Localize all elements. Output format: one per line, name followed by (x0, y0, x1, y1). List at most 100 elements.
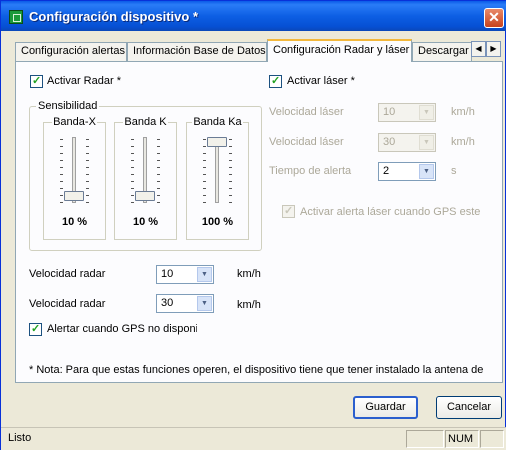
slider-tick (86, 139, 89, 140)
slider-tick (229, 195, 232, 196)
band-x-slider-thumb[interactable] (64, 191, 84, 201)
status-cell-num: NUM (445, 430, 479, 448)
slider-tick (203, 167, 206, 168)
velocidad-laser-1-unit: km/h (451, 106, 475, 118)
chevron-down-icon[interactable]: ▼ (419, 135, 434, 150)
chevron-down-icon[interactable]: ▼ (419, 105, 434, 120)
slider-tick (203, 188, 206, 189)
tiempo-alerta-combo[interactable]: 2 ▼ (378, 162, 436, 181)
band-ka-percent: 100 % (201, 216, 234, 228)
slider-tick (229, 153, 232, 154)
band-x-label: Banda-X (52, 116, 97, 128)
title-bar[interactable]: Configuración dispositivo * ✕ (1, 1, 506, 31)
velocidad-radar-1-label: Velocidad radar (29, 268, 106, 280)
velocidad-radar-2-combo[interactable]: 30 ▼ (156, 294, 214, 313)
band-k-box: Banda K 10 % (114, 116, 177, 240)
activar-laser-label: Activar láser * (287, 75, 355, 87)
slider-tick (229, 139, 232, 140)
slider-tick (86, 160, 89, 161)
slider-tick (131, 174, 134, 175)
slider-tick (229, 146, 232, 147)
band-x-box: Banda-X 10 % (43, 116, 106, 240)
slider-tick (60, 188, 63, 189)
velocidad-laser-2-combo[interactable]: 30 ▼ (378, 133, 436, 152)
tab-informacion-base-datos[interactable]: Información Base de Datos (127, 42, 267, 61)
slider-tick (157, 160, 160, 161)
window-title: Configuración dispositivo * (29, 9, 199, 24)
slider-tick (60, 195, 63, 196)
tab-scroll-right-icon[interactable]: ▶ (486, 41, 501, 57)
tab-panel-radar-laser: Activar Radar * Sensibilidad Banda-X 10 … (15, 61, 503, 383)
slider-tick (131, 167, 134, 168)
tiempo-alerta-label: Tiempo de alerta (269, 165, 352, 177)
gps-alert-laser-checkbox[interactable] (282, 204, 295, 218)
slider-tick (229, 202, 232, 203)
num-indicator: NUM (448, 433, 474, 445)
band-k-label: Banda K (123, 116, 168, 128)
chevron-down-icon[interactable]: ▼ (197, 267, 212, 282)
slider-tick (229, 160, 232, 161)
status-text: Listo (8, 432, 32, 444)
slider-tick (157, 167, 160, 168)
slider-tick (86, 188, 89, 189)
note-text: * Nota: Para que estas funciones operen,… (29, 364, 484, 376)
slider-tick (157, 188, 160, 189)
tab-configuracion-radar-laser[interactable]: Configuración Radar y láser (267, 39, 412, 62)
velocidad-radar-1-value: 10 (161, 268, 174, 280)
velocidad-laser-1-combo[interactable]: 10 ▼ (378, 103, 436, 122)
app-icon (9, 10, 23, 24)
band-ka-slider-thumb[interactable] (207, 137, 227, 147)
slider-tick (60, 160, 63, 161)
slider-tick (60, 174, 63, 175)
chevron-down-icon[interactable]: ▼ (197, 296, 212, 311)
sensitivity-group: Sensibilidad Banda-X 10 % Banda K 10 % B… (29, 100, 262, 251)
slider-tick (131, 202, 134, 203)
slider-tick (86, 153, 89, 154)
band-k-slider-thumb[interactable] (135, 191, 155, 201)
close-button[interactable]: ✕ (484, 8, 504, 28)
activar-radar-checkbox[interactable] (30, 74, 43, 88)
tiempo-alerta-value: 2 (383, 165, 390, 177)
slider-tick (229, 188, 232, 189)
slider-tick (86, 181, 89, 182)
slider-tick (157, 181, 160, 182)
slider-tick (86, 195, 89, 196)
slider-tick (203, 174, 206, 175)
slider-tick (203, 153, 206, 154)
activar-laser-checkbox[interactable] (269, 74, 282, 88)
cancel-button[interactable]: Cancelar (436, 396, 502, 419)
band-ka-ticks-right (229, 139, 233, 203)
slider-tick (60, 146, 63, 147)
slider-tick (229, 167, 232, 168)
gps-alert-laser-label: Activar alerta láser cuando GPS este (300, 206, 481, 218)
slider-tick (203, 202, 206, 203)
gps-alert-radar-checkbox[interactable] (29, 322, 42, 336)
slider-tick (86, 202, 89, 203)
band-ka-ticks-left (203, 139, 207, 203)
tab-configuracion-alertas[interactable]: Configuración alertas (15, 42, 127, 61)
slider-tick (86, 167, 89, 168)
velocidad-laser-2-unit: km/h (451, 136, 475, 148)
slider-tick (131, 146, 134, 147)
slider-tick (131, 188, 134, 189)
slider-tick (131, 195, 134, 196)
status-cell-empty (406, 430, 444, 448)
tab-scroll-left-icon[interactable]: ◀ (471, 41, 486, 57)
band-x-ticks-right (86, 139, 90, 203)
slider-tick (131, 153, 134, 154)
tiempo-alerta-unit: s (451, 165, 457, 177)
slider-tick (157, 153, 160, 154)
status-cell-grip[interactable] (480, 430, 504, 448)
slider-tick (157, 202, 160, 203)
tab-descargar[interactable]: Descargar (412, 42, 472, 61)
chevron-down-icon[interactable]: ▼ (419, 164, 434, 179)
slider-tick (60, 153, 63, 154)
band-ka-label: Banda Ka (192, 116, 243, 128)
slider-tick (157, 195, 160, 196)
slider-tick (203, 195, 206, 196)
velocidad-radar-1-combo[interactable]: 10 ▼ (156, 265, 214, 284)
slider-tick (157, 146, 160, 147)
save-button[interactable]: Guardar (353, 396, 418, 419)
velocidad-laser-2-label: Velocidad láser (269, 136, 344, 148)
slider-tick (229, 174, 232, 175)
